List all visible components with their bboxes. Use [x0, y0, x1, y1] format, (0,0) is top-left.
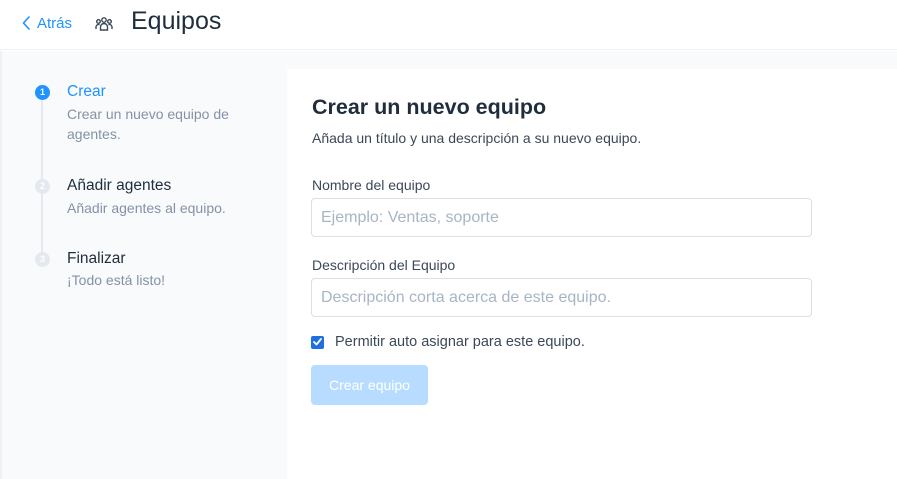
step-connector — [41, 99, 43, 181]
auto-assign-label: Permitir auto asignar para este equipo. — [335, 334, 585, 350]
team-name-label: Nombre del equipo — [312, 177, 431, 193]
step-number-badge: 3 — [35, 252, 50, 267]
step-number-badge: 2 — [35, 179, 50, 194]
page-header: Atrás Equipos — [0, 0, 897, 50]
chevron-left-icon — [22, 16, 30, 30]
step-number-badge: 1 — [35, 85, 50, 100]
step-title-crear: Crear — [67, 83, 106, 100]
step-connector — [41, 194, 43, 258]
form-subtitle: Añada un título y una descripción a su n… — [312, 130, 642, 146]
people-group-icon — [95, 17, 113, 31]
content-area: 1 Crear Crear un nuevo equipo de agentes… — [0, 51, 897, 479]
team-description-input[interactable] — [311, 278, 812, 317]
page-title: Equipos — [131, 7, 222, 35]
auto-assign-checkbox[interactable] — [311, 335, 324, 349]
back-label: Atrás — [37, 14, 73, 32]
step-title-finalizar: Finalizar — [67, 250, 126, 267]
step-description: Crear un nuevo equipo de agentes. — [67, 106, 229, 142]
step-title-anadir-agentes: Añadir agentes — [67, 177, 172, 194]
wizard-steps: 1 Crear Crear un nuevo equipo de agentes… — [0, 51, 286, 479]
step-description: ¡Todo está listo! — [67, 272, 166, 288]
create-team-form: Crear un nuevo equipo Añada un título y … — [287, 69, 897, 479]
create-team-button[interactable]: Crear equipo — [311, 365, 428, 405]
team-name-input[interactable] — [311, 198, 812, 237]
back-button[interactable]: Atrás — [22, 13, 72, 33]
form-title: Crear un nuevo equipo — [312, 95, 547, 119]
team-description-label: Descripción del Equipo — [312, 257, 456, 273]
checkmark-icon — [313, 338, 322, 346]
auto-assign-row[interactable]: Permitir auto asignar para este equipo. — [311, 334, 585, 350]
step-description: Añadir agentes al equipo. — [67, 200, 226, 216]
